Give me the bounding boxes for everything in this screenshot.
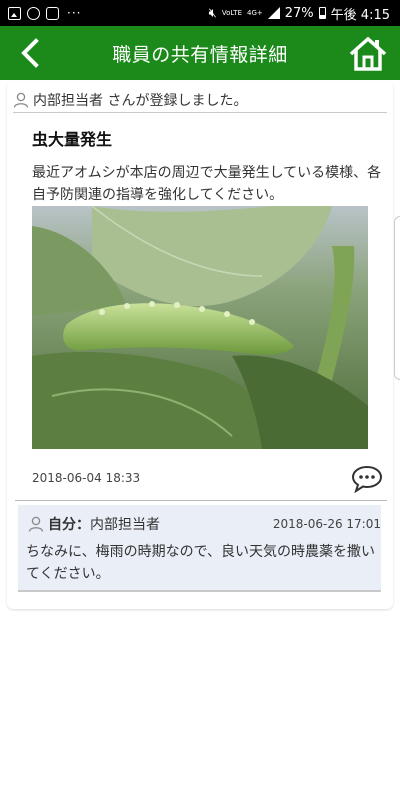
reply-text: ちなみに、梅雨の時期なので、良い天気の時農薬を撒いてください。: [26, 544, 376, 582]
reply-author: 内部担当者: [90, 517, 160, 533]
network-label: 4G+: [247, 8, 263, 17]
more-notifications-dots: ···: [67, 6, 82, 20]
chevron-left-icon[interactable]: [14, 35, 50, 71]
side-panel-handle[interactable]: [394, 216, 400, 380]
home-icon[interactable]: [348, 34, 388, 74]
divider: [15, 500, 387, 501]
person-icon: [13, 92, 29, 108]
image-notification-icon: [8, 6, 21, 20]
registered-by-text: 内部担当者 さんが登録しました。: [33, 93, 248, 109]
app-header: 職員の共有情報詳細: [0, 26, 400, 80]
shield-notification-icon: [27, 6, 40, 20]
post-title: 虫大量発生: [32, 130, 113, 149]
page-title: 職員の共有情報詳細: [112, 43, 288, 66]
post-photo[interactable]: [32, 206, 368, 449]
comment-bubble-icon[interactable]: [351, 465, 383, 493]
post-body: 最近アオムシが本店の周辺で大量発生している模様、各自予防関連の指導を強化してくだ…: [32, 165, 382, 203]
post-card: 内部担当者 さんが登録しました。 虫大量発生 最近アオムシが本店の周辺で大量発生…: [7, 82, 393, 609]
signal-icon: [267, 7, 280, 19]
registered-by-line: 内部担当者 さんが登録しました。: [13, 88, 387, 113]
post-date: 2018-06-04 18:33: [32, 471, 141, 485]
reply-self-label: 自分：: [48, 517, 90, 533]
clock: 午後 4:15: [330, 7, 390, 23]
reply-author-line: 自分： 内部担当者: [28, 514, 160, 534]
mute-icon: 🔇︎: [208, 5, 217, 21]
status-bar: ··· 🔇︎ VoLTE 4G+ 27% 午後 4:15: [0, 0, 400, 26]
reply-time: 2018-06-26 17:01: [272, 517, 381, 531]
battery-icon: [318, 7, 326, 19]
volte-label: VoLTE: [221, 8, 243, 17]
app-notification-icon: [46, 6, 59, 20]
reply-item: 自分： 内部担当者 2018-06-26 17:01 ちなみに、梅雨の時期なので…: [18, 505, 381, 592]
person-icon: [28, 516, 44, 532]
battery-percent: 27%: [284, 5, 314, 21]
